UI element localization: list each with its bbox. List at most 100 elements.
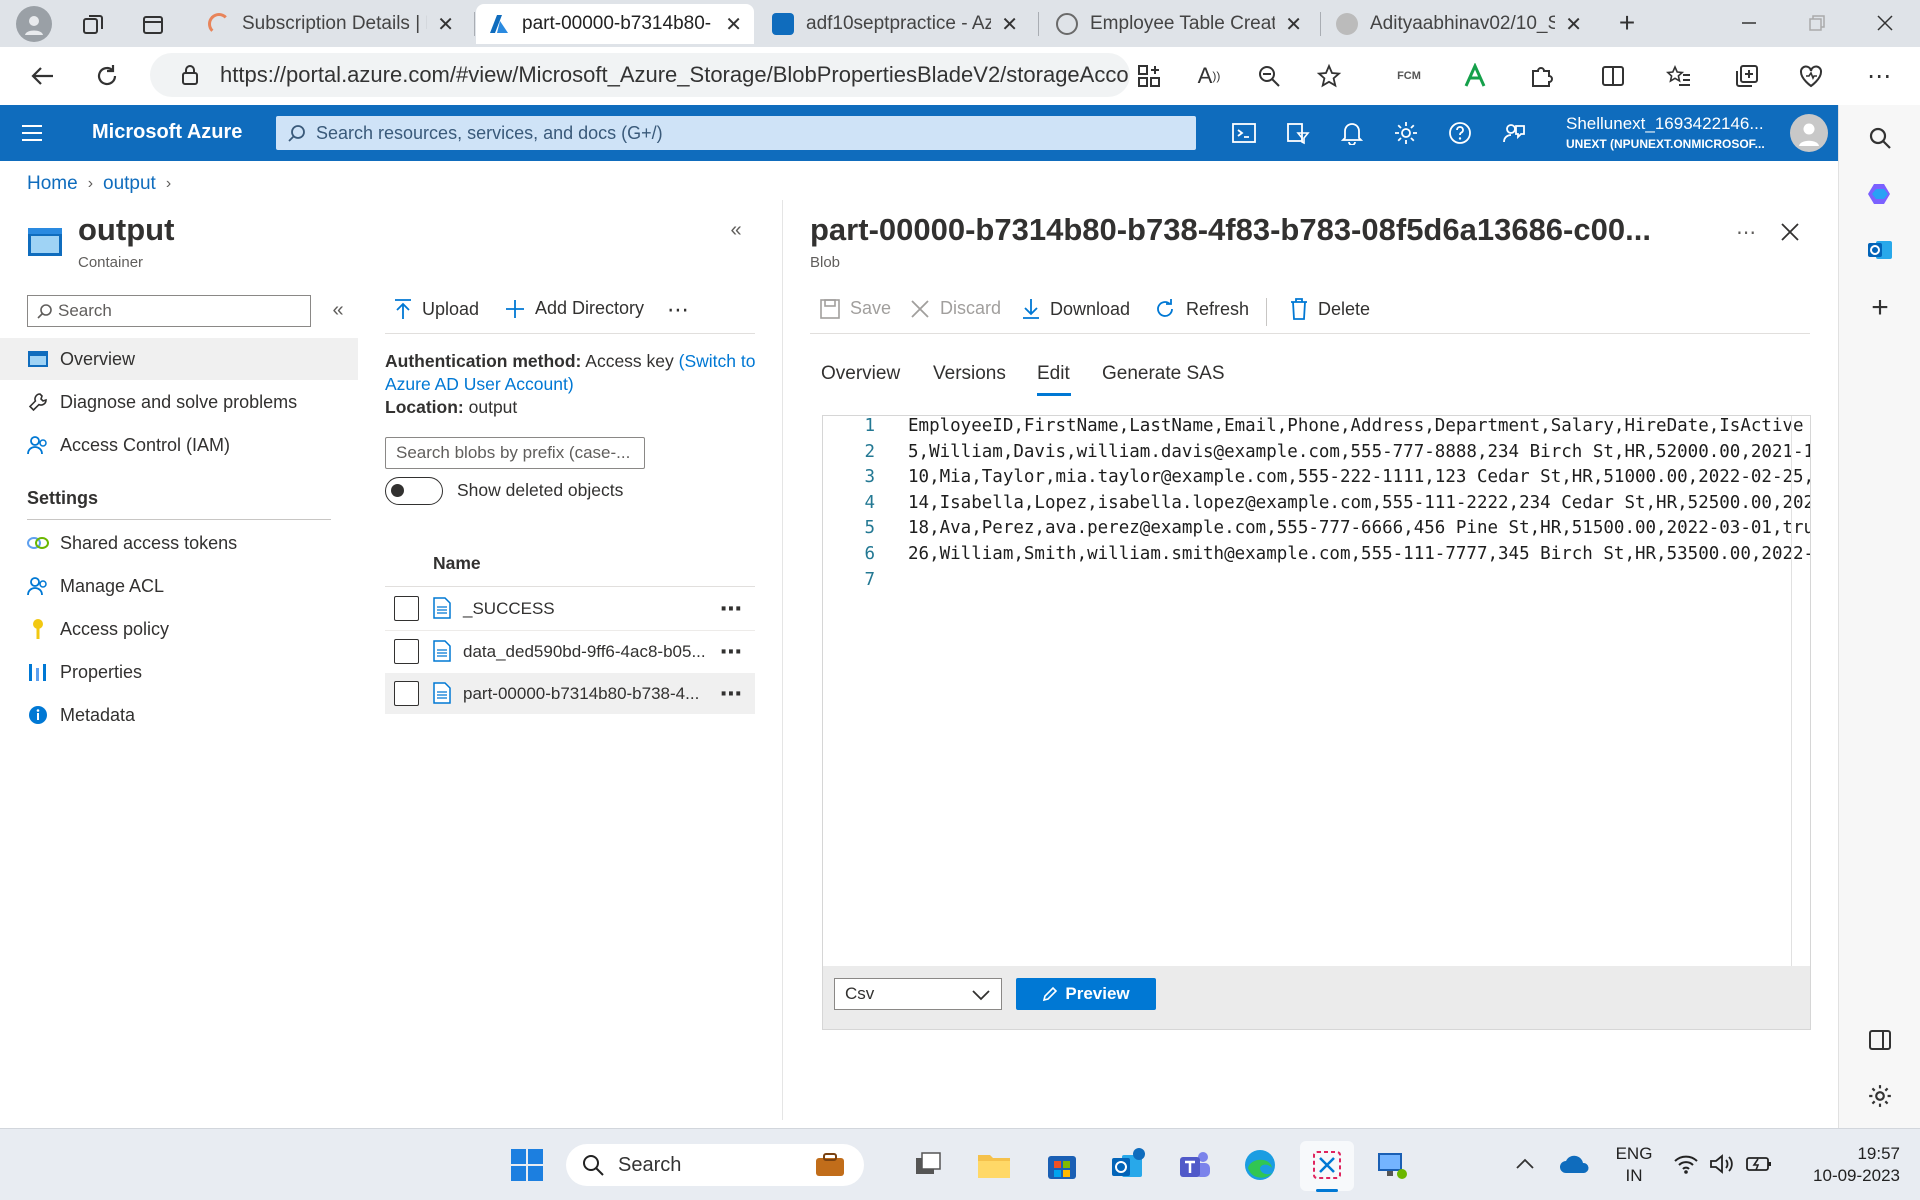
close-window-icon[interactable] [1870,8,1900,38]
code-editor[interactable]: 1 EmployeeID,FirstName,LastName,Email,Pho… [822,415,1811,1030]
table-row[interactable]: _SUCCESS ⋯ [385,589,755,629]
extension-badge-icon[interactable]: FCM [1392,59,1426,93]
onedrive-icon[interactable] [1558,1149,1592,1179]
copilot-icon[interactable] [1863,177,1897,211]
close-tab-icon[interactable]: ✕ [1565,12,1582,37]
chevron-up-icon[interactable] [1512,1151,1538,1177]
row-more-icon[interactable]: ⋯ [717,638,745,666]
url-field[interactable]: https://portal.azure.com/#view/Microsoft… [150,53,1130,97]
browser-tab-subscription[interactable]: Subscription Details | N ✕ [196,4,466,44]
row-more-icon[interactable]: ⋯ [717,680,745,708]
directory-filter-icon[interactable] [1284,119,1312,147]
browser-tab-adf[interactable]: adf10septpractice - Azu ✕ [760,4,1030,44]
nav-item-diagnose[interactable]: Diagnose and solve problems [0,381,358,423]
nav-item-properties[interactable]: Properties [0,651,358,693]
settings-gear-icon[interactable] [1392,119,1420,147]
split-screen-icon[interactable] [1596,59,1630,93]
extension-a-icon[interactable] [1458,59,1492,93]
format-select[interactable]: Csv [834,978,1002,1010]
restore-window-icon[interactable] [1802,8,1832,38]
sidebar-settings-icon[interactable] [1863,1079,1897,1113]
blob-prefix-search-input[interactable]: Search blobs by prefix (case-... [385,437,645,469]
vertical-tabs-icon[interactable] [138,10,168,40]
account-info[interactable]: Shellunext_1693422146... UNEXT (NPUNEXT.… [1566,114,1766,151]
tab-versions[interactable]: Versions [933,363,1006,385]
taskbar-search-input[interactable]: Search [566,1144,864,1186]
nav-item-overview[interactable]: Overview [0,338,358,380]
close-blade-icon[interactable] [1776,218,1804,246]
browser-tab-blob[interactable]: part-00000-b7314b80- ✕ [476,4,754,44]
minimize-window-icon[interactable] [1734,8,1764,38]
tab-overview[interactable]: Overview [821,363,900,385]
extensions-puzzle-icon[interactable] [1524,59,1558,93]
refresh-button[interactable]: Refresh [1154,298,1249,320]
language-indicator[interactable]: ENG IN [1612,1143,1656,1187]
browser-essentials-icon[interactable] [1794,59,1828,93]
back-icon[interactable] [26,59,60,93]
blob-name[interactable]: _SUCCESS [463,599,555,619]
profile-avatar-icon[interactable] [16,6,52,42]
browser-tab-github[interactable]: Adityaabhinav02/10_Se ✕ [1324,4,1594,44]
hide-sidebar-icon[interactable] [1863,1023,1897,1057]
download-button[interactable]: Download [1022,298,1130,320]
column-header-name[interactable]: Name [433,553,481,574]
nav-item-iam[interactable]: Access Control (IAM) [0,424,358,466]
task-view-icon[interactable] [908,1145,948,1185]
nav-item-access-policy[interactable]: Access policy [0,608,358,650]
table-row[interactable]: data_ded590bd-9ff6-4ac8-b05... ⋯ [385,631,755,673]
feedback-icon[interactable] [1500,119,1528,147]
nav-item-metadata[interactable]: Metadata [0,694,358,736]
collapse-menu-icon[interactable]: « [326,296,350,324]
microsoft-store-icon[interactable] [1042,1145,1082,1185]
upload-button[interactable]: Upload [394,298,479,320]
file-explorer-icon[interactable] [974,1145,1014,1185]
discard-button[interactable]: Discard [910,298,1001,319]
edge-browser-icon[interactable] [1240,1145,1280,1185]
collections-icon[interactable] [1730,59,1764,93]
row-checkbox[interactable] [394,596,419,621]
more-options-icon[interactable]: ⋯ [1732,218,1760,246]
remote-desktop-icon[interactable] [1372,1145,1412,1185]
favorite-star-icon[interactable] [1312,59,1346,93]
show-deleted-toggle[interactable] [385,477,443,505]
sidebar-search-icon[interactable] [1863,121,1897,155]
settings-more-icon[interactable]: ⋯ [1862,59,1896,93]
nav-item-manage-acl[interactable]: Manage ACL [0,565,358,607]
tab-edit[interactable]: Edit [1037,363,1070,385]
teams-icon[interactable] [1174,1145,1214,1185]
add-sidebar-app-icon[interactable]: + [1863,291,1897,325]
favorites-list-icon[interactable] [1662,59,1696,93]
volume-icon[interactable] [1708,1151,1736,1177]
close-tab-icon[interactable]: ✕ [1001,12,1018,37]
breadcrumb-home[interactable]: Home [27,173,78,195]
workspaces-icon[interactable] [78,10,108,40]
user-avatar-icon[interactable] [1790,114,1828,152]
azure-search-input[interactable]: Search resources, services, and docs (G+… [276,116,1196,150]
app-available-icon[interactable] [1132,59,1166,93]
more-commands-icon[interactable]: ⋯ [664,296,692,324]
blob-name[interactable]: part-00000-b7314b80-b738-4... [463,684,713,704]
notifications-bell-icon[interactable] [1338,119,1366,147]
row-more-icon[interactable]: ⋯ [717,595,745,623]
nav-item-shared-access-tokens[interactable]: Shared access tokens [0,522,358,564]
lock-icon[interactable] [178,63,202,87]
refresh-page-icon[interactable] [90,59,124,93]
editor-scrollbar[interactable] [1791,416,1792,966]
blob-name[interactable]: data_ded590bd-9ff6-4ac8-b05... [463,642,713,662]
delete-button[interactable]: Delete [1290,298,1370,320]
clock[interactable]: 19:57 10-09-2023 [1790,1143,1900,1187]
close-tab-icon[interactable]: ✕ [725,12,742,37]
zoom-out-icon[interactable] [1252,59,1286,93]
breadcrumb-output[interactable]: output [103,173,156,195]
collapse-blade-icon[interactable]: « [724,218,748,242]
outlook-icon[interactable] [1863,233,1897,267]
azure-brand[interactable]: Microsoft Azure [92,121,242,144]
hamburger-menu-icon[interactable] [18,119,46,147]
menu-search-input[interactable]: Search [27,295,311,327]
windows-start-icon[interactable] [507,1145,547,1185]
new-tab-icon[interactable]: + [1612,7,1642,38]
table-row-selected[interactable]: part-00000-b7314b80-b738-4... ⋯ [385,673,755,714]
save-button[interactable]: Save [820,298,891,319]
read-aloud-icon[interactable]: A)) [1192,59,1226,93]
snipping-tool-icon[interactable] [1307,1145,1347,1185]
